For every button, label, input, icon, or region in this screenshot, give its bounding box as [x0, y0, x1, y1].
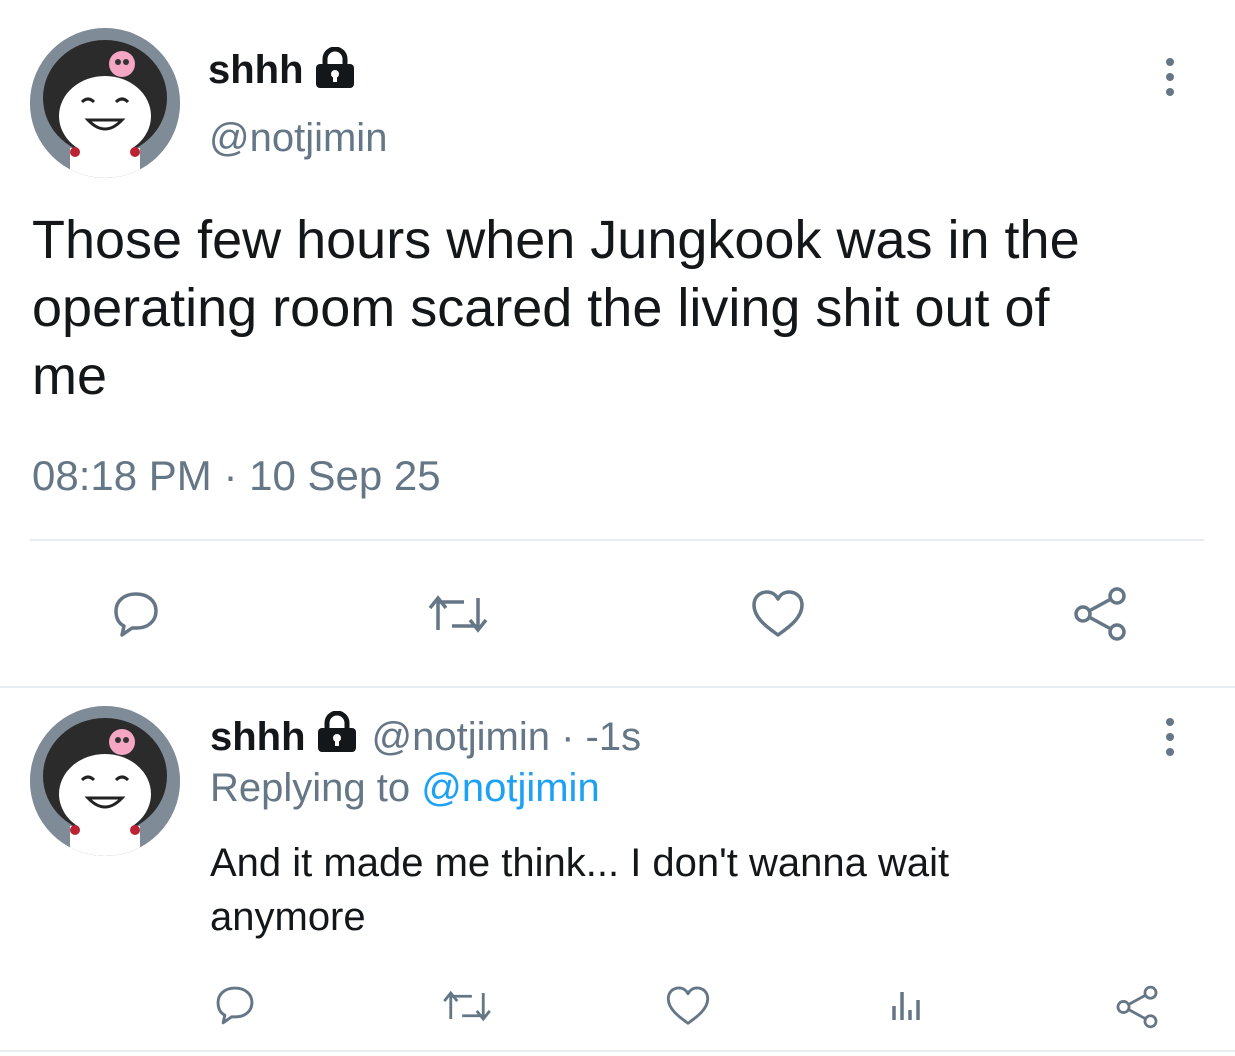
- avatar[interactable]: [30, 28, 180, 178]
- reply-author-row: shhh @notjimin · -1s: [210, 710, 642, 763]
- tweet-text-line: Those few hours when Jungkook was in the: [32, 210, 1080, 270]
- replying-to-label: Replying to: [210, 766, 411, 810]
- like-icon: [666, 986, 710, 1025]
- reply-icon: [114, 592, 158, 637]
- like-button[interactable]: [664, 984, 712, 1028]
- retweet-icon: [443, 990, 491, 1022]
- tweet-text-line: me: [32, 346, 108, 406]
- retweet-icon: [428, 595, 488, 633]
- divider: [30, 539, 1204, 541]
- tweet-separator: [0, 1050, 1235, 1052]
- more-options-icon[interactable]: [1161, 718, 1179, 756]
- like-button[interactable]: [750, 586, 806, 642]
- like-icon: [752, 590, 804, 637]
- analytics-icon: [892, 992, 920, 1020]
- display-name[interactable]: shhh: [208, 48, 304, 93]
- retweet-button[interactable]: [440, 984, 494, 1028]
- share-button[interactable]: [1112, 982, 1162, 1032]
- handle-and-time[interactable]: @notjimin · -1s: [372, 715, 642, 760]
- reply-button[interactable]: [108, 586, 164, 642]
- tweet-separator: [0, 686, 1235, 688]
- lock-icon: [312, 46, 358, 94]
- handle[interactable]: @notjimin: [209, 116, 387, 161]
- share-icon: [1116, 985, 1158, 1029]
- timestamp[interactable]: 08:18 PM · 10 Sep 25: [32, 452, 441, 500]
- reply-button[interactable]: [212, 982, 258, 1028]
- author-name-row: shhh: [208, 44, 358, 96]
- avatar[interactable]: [30, 706, 180, 856]
- share-button[interactable]: [1070, 584, 1130, 644]
- share-icon: [1074, 587, 1126, 641]
- reply-text-line: And it made me think... I don't wanna wa…: [210, 841, 950, 885]
- tweet-text: Those few hours when Jungkook was in the…: [32, 206, 1080, 410]
- analytics-button[interactable]: [884, 984, 928, 1028]
- retweet-button[interactable]: [425, 586, 491, 642]
- reply-icon: [216, 986, 254, 1025]
- reply-text-line: anymore: [210, 895, 366, 939]
- replying-to: Replying to @notjimin: [210, 766, 600, 811]
- replying-to-link[interactable]: @notjimin: [421, 766, 599, 810]
- more-options-icon[interactable]: [1161, 58, 1179, 96]
- lock-icon: [314, 710, 360, 763]
- tweet-text-line: operating room scared the living shit ou…: [32, 278, 1050, 338]
- reply-text: And it made me think... I don't wanna wa…: [210, 836, 949, 944]
- display-name[interactable]: shhh: [210, 715, 306, 760]
